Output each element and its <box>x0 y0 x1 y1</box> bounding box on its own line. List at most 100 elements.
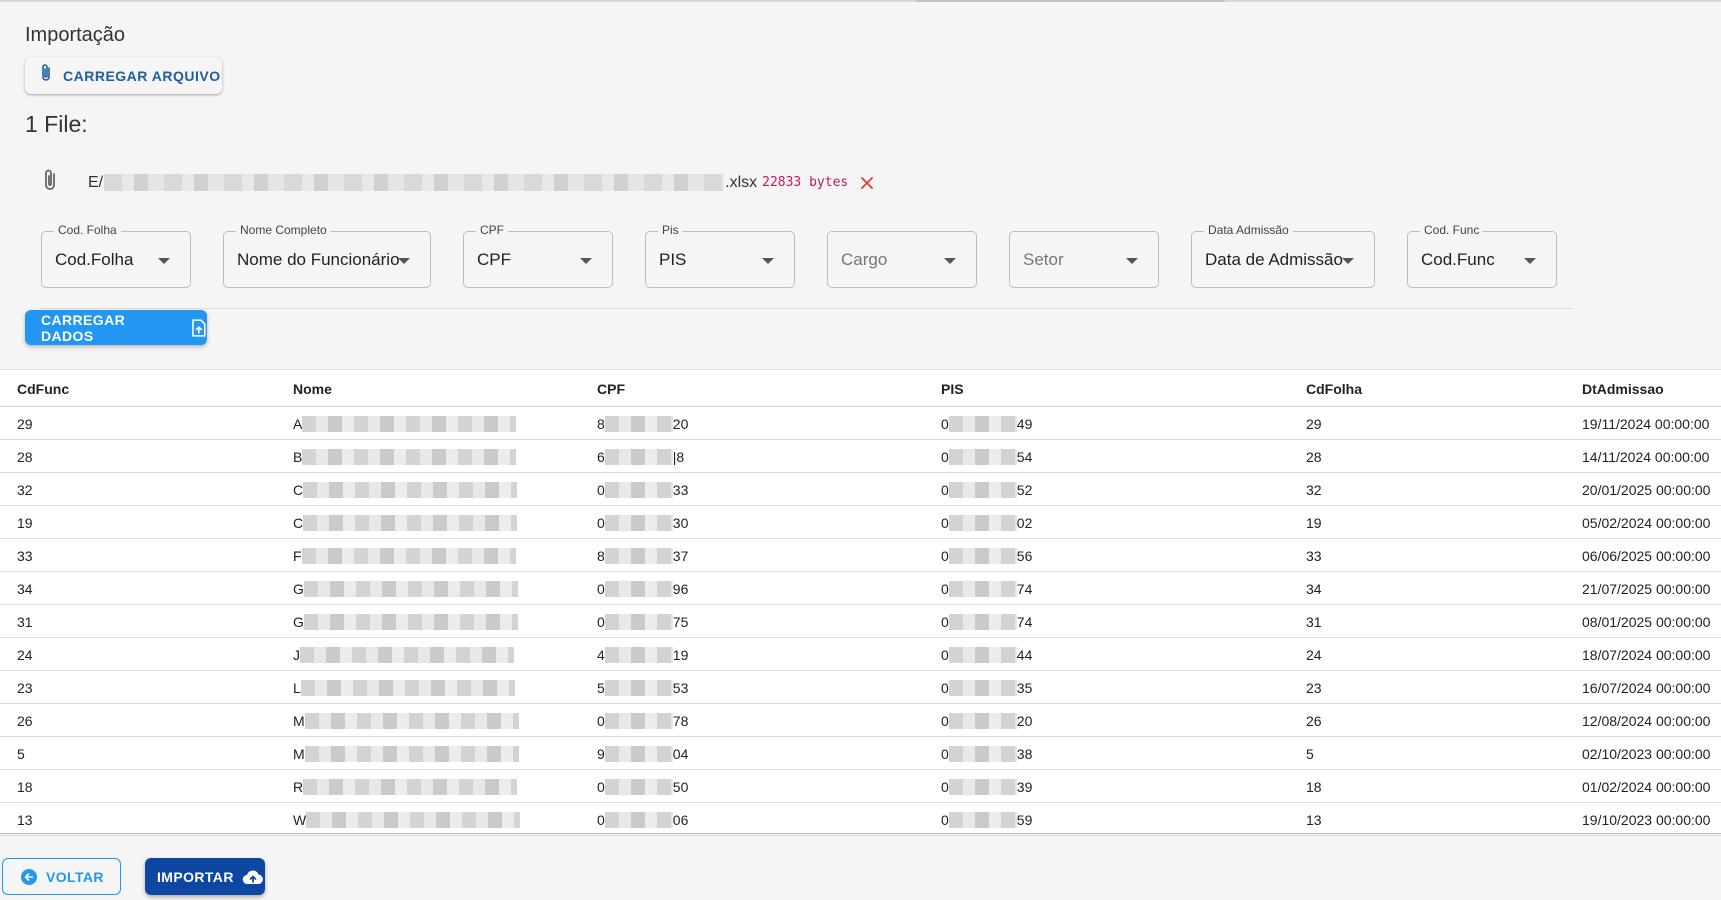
load-data-button[interactable]: CARREGAR DADOS <box>25 310 207 345</box>
remove-file-button[interactable] <box>860 176 874 190</box>
cell-text: 39 <box>1016 779 1033 795</box>
table-row[interactable]: 24 J 4 19 0 44 24 18/07/2024 00:00:00 <box>0 638 1721 671</box>
table-cell: 0 39 <box>941 779 1032 795</box>
redacted-value <box>604 482 673 498</box>
column-header[interactable]: PIS <box>941 381 964 397</box>
cell-text: |8 <box>672 449 685 465</box>
cell-text: 0 <box>941 779 949 795</box>
cell-text: 19/11/2024 00:00:00 <box>1582 416 1710 432</box>
cell-text: 0 <box>597 515 605 531</box>
table-cell: 24 <box>17 647 33 663</box>
table-cell: C <box>293 515 518 531</box>
redacted-value <box>948 713 1017 729</box>
table-cell: 31 <box>17 614 33 630</box>
cell-text: 18 <box>1306 779 1322 795</box>
table-cell: 4 19 <box>597 647 688 663</box>
column-header[interactable]: CdFunc <box>17 381 69 397</box>
table-row[interactable]: 34 G 0 96 0 74 34 21/07/2025 00:00:00 <box>0 572 1721 605</box>
table-row[interactable]: 31 G 0 75 0 74 31 08/01/2025 00:00:00 <box>0 605 1721 638</box>
cell-text: 19 <box>1306 515 1322 531</box>
table-cell: 0 20 <box>941 713 1032 729</box>
cell-text: 6 <box>597 449 605 465</box>
column-header[interactable]: DtAdmissao <box>1582 381 1664 397</box>
cell-text: 5 <box>597 680 605 696</box>
select-cargo[interactable]: Cargo <box>827 231 977 288</box>
select-pis[interactable]: Pis PIS <box>645 223 795 288</box>
table-row[interactable]: 32 C 0 33 0 52 32 20/01/2025 00:00:00 <box>0 473 1721 506</box>
column-header[interactable]: Nome <box>293 381 332 397</box>
cell-text: 26 <box>17 713 33 729</box>
table-row[interactable]: 19 C 0 30 0 02 19 05/02/2024 00:00:00 <box>0 506 1721 539</box>
cell-text: W <box>293 812 307 828</box>
table-cell: 20/01/2025 00:00:00 <box>1582 482 1710 498</box>
table-row[interactable]: 5 M 9 04 0 38 5 02/10/2023 00:00:00 <box>0 737 1721 770</box>
cell-text: J <box>293 647 300 663</box>
table-cell: 32 <box>1306 482 1322 498</box>
select-cod-folha[interactable]: Cod. Folha Cod.Folha <box>41 223 191 288</box>
table-cell: 34 <box>17 581 33 597</box>
cell-text: 24 <box>1306 647 1322 663</box>
table-cell: 29 <box>1306 416 1322 432</box>
select-data-admissao[interactable]: Data Admissão Data de Admissão <box>1191 223 1375 288</box>
table-cell: 18/07/2024 00:00:00 <box>1582 647 1710 663</box>
table-row[interactable]: 18 R 0 50 0 39 18 01/02/2024 00:00:00 <box>0 770 1721 803</box>
table-cell: 13 <box>17 812 33 828</box>
cell-text: 20 <box>672 416 689 432</box>
cell-text: 26 <box>1306 713 1322 729</box>
redacted-value <box>604 713 673 729</box>
cell-text: 06 <box>672 812 689 828</box>
table-cell: 0 52 <box>941 482 1032 498</box>
column-header[interactable]: CdFolha <box>1306 381 1362 397</box>
cell-text: 0 <box>941 548 949 564</box>
paperclip-icon <box>39 63 53 88</box>
cell-text: C <box>293 482 304 498</box>
cell-text: 28 <box>17 449 33 465</box>
cell-text: 29 <box>1306 416 1322 432</box>
cell-text: C <box>293 515 304 531</box>
redacted-value <box>604 416 673 432</box>
cell-text: 19 <box>672 647 689 663</box>
select-cod-func[interactable]: Cod. Func Cod.Func <box>1407 223 1557 288</box>
file-extension: .xlsx <box>725 173 758 191</box>
table-row[interactable]: 13 W 0 06 0 59 13 19/10/2023 00:00:00 <box>0 803 1721 836</box>
table-cell: 14/11/2024 00:00:00 <box>1582 449 1709 465</box>
table-cell: 0 56 <box>941 548 1032 564</box>
table-cell: A <box>293 416 517 432</box>
select-cpf[interactable]: CPF CPF <box>463 223 613 288</box>
table-cell: 0 06 <box>597 812 688 828</box>
table-cell: 9 04 <box>597 746 688 762</box>
table-row[interactable]: 33 F 8 37 0 56 33 06/06/2025 00:00:00 <box>0 539 1721 572</box>
table-cell: 06/06/2025 00:00:00 <box>1582 548 1710 564</box>
cell-text: 0 <box>597 713 605 729</box>
redacted-value <box>948 647 1017 663</box>
table-cell: 0 96 <box>597 581 688 597</box>
cell-text: 23 <box>1306 680 1322 696</box>
select-legend: Cod. Func <box>1420 223 1484 237</box>
table-cell: 32 <box>17 482 33 498</box>
cell-text: 35 <box>1016 680 1033 696</box>
table-row[interactable]: 23 L 5 53 0 35 23 16/07/2024 00:00:00 <box>0 671 1721 704</box>
table-row[interactable]: 29 A 8 20 0 49 29 19/11/2024 00:00:00 <box>0 407 1721 440</box>
cell-text: 19/10/2023 00:00:00 <box>1582 812 1711 828</box>
table-row[interactable]: 26 M 0 78 0 20 26 12/08/2024 00:00:00 <box>0 704 1721 737</box>
back-button[interactable]: VOLTAR <box>2 858 121 895</box>
select-nome-completo[interactable]: Nome Completo Nome do Funcionário <box>223 223 431 288</box>
upload-file-button[interactable]: CARREGAR ARQUIVO <box>25 57 222 94</box>
table-cell: 16/07/2024 00:00:00 <box>1582 680 1710 696</box>
redacted-value <box>604 812 673 828</box>
cell-text: 9 <box>597 746 605 762</box>
cell-text: 01/02/2024 00:00:00 <box>1582 779 1711 795</box>
select-legend: Nome Completo <box>236 223 331 237</box>
select-setor[interactable]: Setor <box>1009 231 1159 288</box>
select-value: CPF <box>477 250 511 269</box>
select-value: PIS <box>659 250 687 269</box>
redacted-value <box>948 779 1017 795</box>
redacted-value <box>300 680 515 696</box>
caret-down-icon <box>1342 258 1354 264</box>
cell-text: 33 <box>672 482 689 498</box>
cell-text: 0 <box>597 614 605 630</box>
import-button[interactable]: IMPORTAR <box>145 858 265 895</box>
table-row[interactable]: 28 B 6 |8 0 54 28 14/11/2024 00:00:00 <box>0 440 1721 473</box>
column-header[interactable]: CPF <box>597 381 625 397</box>
cell-text: 06/06/2025 00:00:00 <box>1582 548 1711 564</box>
